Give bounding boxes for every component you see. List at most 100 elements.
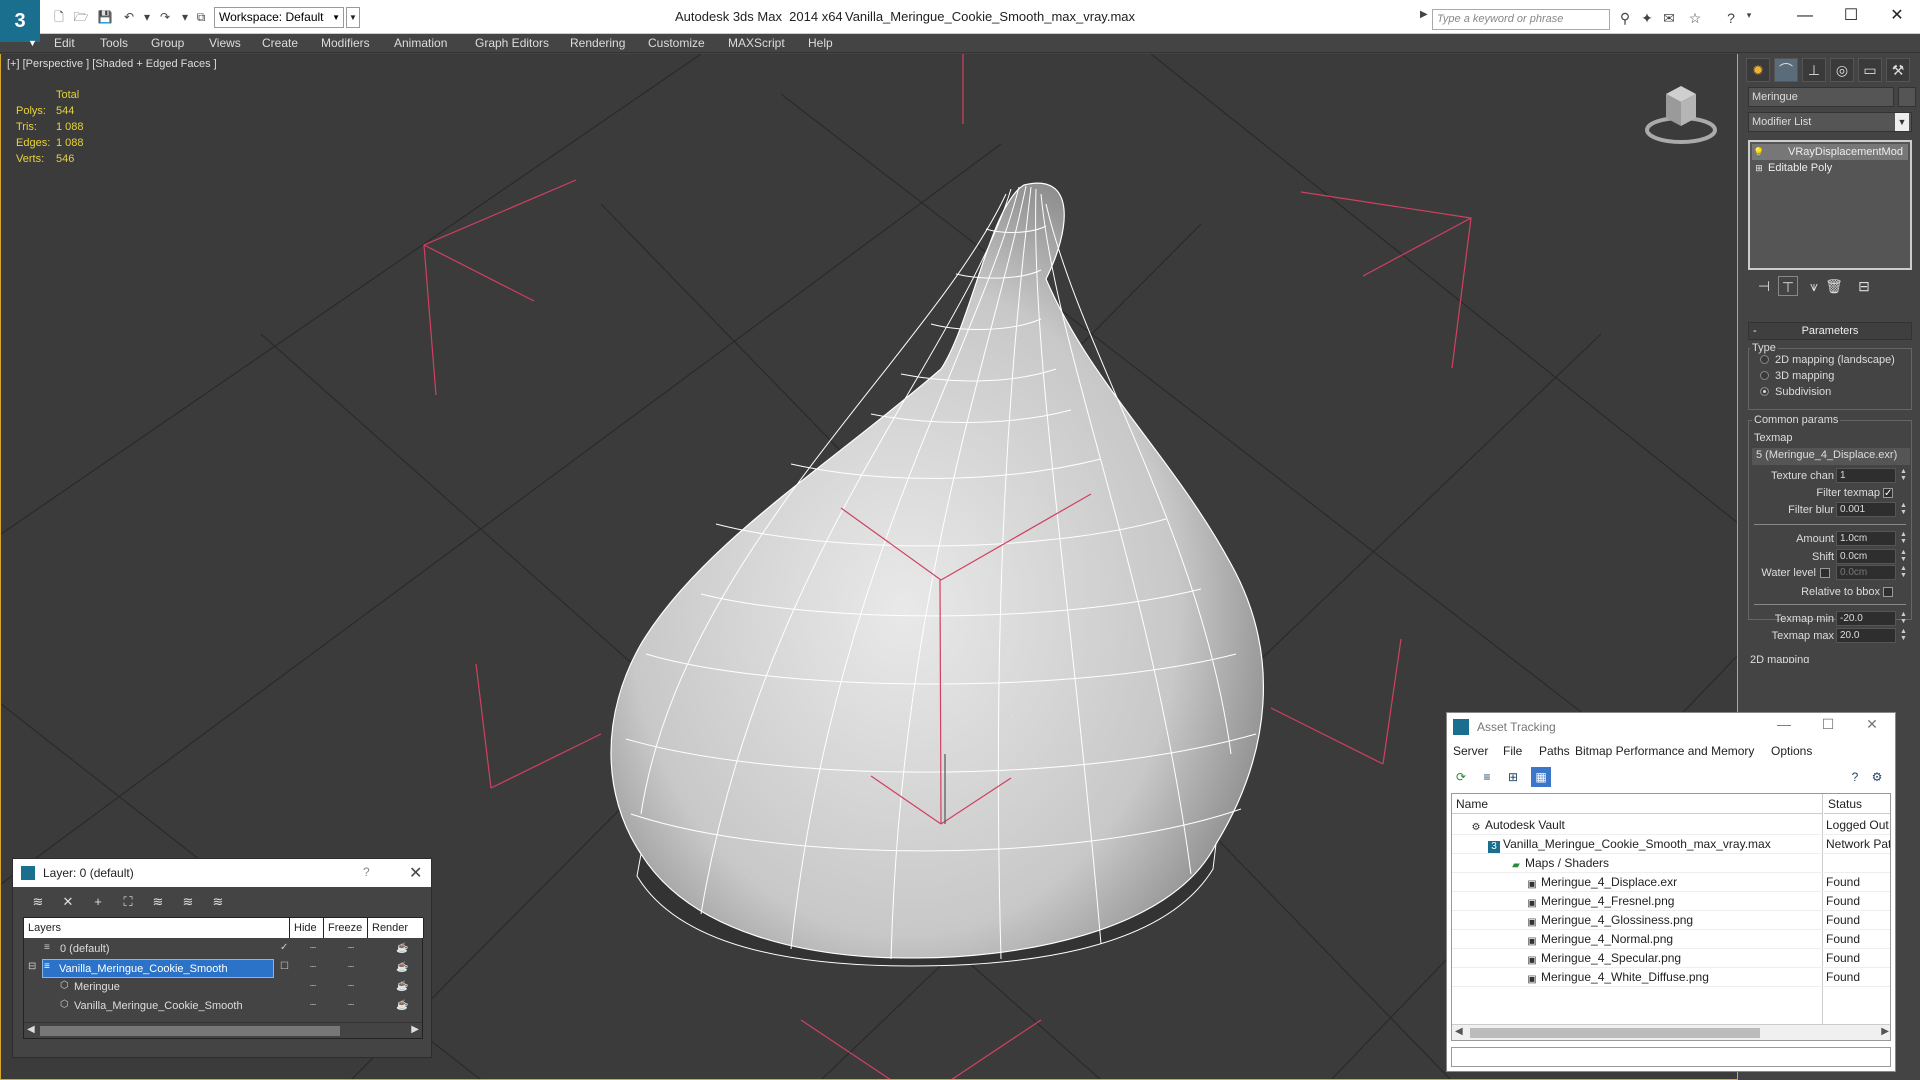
maximize-button[interactable]: ☐ — [1828, 4, 1874, 28]
relative-bbox-checkbox[interactable] — [1883, 587, 1893, 597]
binoculars-icon[interactable]: ⚲ — [1616, 10, 1634, 28]
hide-toggle[interactable]: ┈ — [310, 981, 316, 992]
add-to-layer-icon[interactable]: + — [87, 891, 109, 913]
detail-view-icon[interactable]: ⊞ — [1503, 767, 1523, 787]
menu-customize[interactable]: Customize — [648, 34, 705, 53]
scroll-left-icon[interactable]: ◀ — [1455, 1026, 1463, 1037]
water-level-field[interactable]: 0.0cm — [1836, 565, 1896, 580]
asset-row[interactable]: ▣ Meringue_4_Specular.png Found — [1452, 949, 1890, 968]
menu-animation[interactable]: Animation — [394, 34, 447, 53]
help-dropdown-icon[interactable]: ▾ — [1740, 10, 1758, 28]
hide-toggle[interactable]: ┈ — [310, 943, 316, 954]
freeze-toggle[interactable]: ┈ — [348, 981, 354, 992]
stack-item-vraydisplacementmod[interactable]: 💡 VRayDisplacementMod — [1752, 144, 1908, 160]
layer-horizontal-scrollbar[interactable]: ◀ ▶ — [24, 1022, 422, 1038]
display-tab-icon[interactable]: ▭ — [1858, 58, 1882, 82]
render-teapot-icon[interactable]: ☕ — [396, 943, 408, 954]
remove-modifier-icon[interactable]: 🗑 — [1824, 276, 1844, 296]
hide-toggle[interactable]: ┈ — [310, 1000, 316, 1011]
scroll-right-icon[interactable]: ▶ — [1881, 1026, 1889, 1037]
layer-dialog-titlebar[interactable]: Layer: 0 (default) ? ✕ — [13, 859, 431, 887]
filter-texmap-checkbox[interactable]: ✓ — [1883, 488, 1893, 499]
modifier-list-dropdown[interactable]: Modifier List ▼ — [1748, 112, 1912, 132]
layer-row-vanilla-object[interactable]: ⬡ Vanilla_Meringue_Cookie_Smooth ┈ ┈ ☕ — [24, 997, 422, 1016]
filter-blur-spinner-icon[interactable]: ▲ ▼ — [1899, 502, 1908, 516]
column-freeze[interactable]: Freeze — [324, 918, 368, 938]
object-name-field[interactable]: Meringue — [1748, 87, 1894, 107]
render-teapot-icon[interactable]: ☕ — [396, 962, 408, 973]
menu-maxscript[interactable]: MAXScript — [728, 34, 785, 53]
menu-modifiers[interactable]: Modifiers — [321, 34, 370, 53]
menu-views[interactable]: Views — [209, 34, 241, 53]
asset-tracking-titlebar[interactable]: Asset Tracking — ☐ ✕ — [1447, 713, 1895, 741]
radio-subdivision[interactable]: Subdivision — [1760, 386, 1831, 398]
highlight-selected-layer-icon[interactable]: ≋ — [147, 891, 169, 913]
column-layers[interactable]: Layers — [24, 918, 290, 938]
freeze-all-layers-icon[interactable]: ≋ — [207, 891, 229, 913]
current-layer-check-icon[interactable]: ✓ — [280, 942, 288, 953]
menu-help[interactable]: Help — [808, 34, 833, 53]
set-current-layer-icon[interactable]: ☐ — [280, 961, 289, 972]
viewcube-icon[interactable] — [1645, 86, 1717, 144]
filter-blur-field[interactable]: 0.001 — [1836, 502, 1896, 517]
search-input[interactable]: Type a keyword or phrase — [1432, 9, 1610, 30]
column-status[interactable]: Status — [1824, 794, 1890, 814]
communication-center-icon[interactable]: ✉ — [1660, 10, 1678, 28]
new-file-icon[interactable]: 🗋 — [50, 9, 68, 25]
quick-access-dropdown-icon[interactable]: ▼ — [346, 7, 360, 28]
asset-menu-bitmap-performance[interactable]: Bitmap Performance and Memory — [1575, 744, 1754, 758]
amount-spinner-icon[interactable]: ▲ ▼ — [1899, 531, 1908, 545]
delete-layer-icon[interactable]: ✕ — [57, 891, 79, 913]
texmap-min-field[interactable]: -20.0 — [1836, 611, 1896, 626]
hide-all-layers-icon[interactable]: ≋ — [177, 891, 199, 913]
asset-row[interactable]: 3 Vanilla_Meringue_Cookie_Smooth_max_vray… — [1452, 835, 1890, 854]
redo-icon[interactable]: ↷ — [156, 9, 174, 25]
column-render[interactable]: Render — [368, 918, 424, 938]
asset-menu-file[interactable]: File — [1503, 744, 1522, 758]
maximize-button[interactable]: ☐ — [1813, 716, 1843, 733]
help-icon[interactable]: ? — [1845, 767, 1865, 787]
texture-chan-spinner-icon[interactable]: ▲ ▼ — [1899, 468, 1908, 482]
asset-menu-paths[interactable]: Paths — [1539, 744, 1570, 758]
render-teapot-icon[interactable]: ☕ — [396, 981, 408, 992]
layer-row-vanilla-meringue[interactable]: ⊟ Vanilla_Meringue_Cookie_Smooth ≡ ☐ ┈ ┈… — [24, 959, 422, 978]
undo-dropdown-icon[interactable]: ▾ — [138, 9, 156, 25]
radio-3d-mapping[interactable]: 3D mapping — [1760, 370, 1834, 382]
menu-graph-editors[interactable]: Graph Editors — [475, 34, 549, 53]
asset-menu-options[interactable]: Options — [1771, 744, 1812, 758]
menu-create[interactable]: Create — [262, 34, 298, 53]
next-rollout-header[interactable]: 2D mapping — [1750, 654, 1830, 663]
favorites-star-icon[interactable]: ☆ — [1686, 10, 1704, 28]
close-icon[interactable]: ✕ — [409, 863, 422, 883]
shift-spinner-icon[interactable]: ▲ ▼ — [1899, 549, 1908, 563]
app-logo-icon[interactable]: 3 ▼ — [0, 0, 40, 48]
open-file-icon[interactable]: 🗁 — [72, 9, 90, 25]
minimize-button[interactable]: — — [1769, 716, 1799, 732]
minimize-button[interactable]: — — [1782, 4, 1828, 28]
subscription-icon[interactable]: ✦ — [1638, 10, 1656, 28]
menu-tools[interactable]: Tools — [100, 34, 128, 53]
hide-toggle[interactable]: ┈ — [310, 962, 316, 973]
refresh-icon[interactable]: ⟳ — [1451, 767, 1471, 787]
close-button[interactable]: ✕ — [1874, 4, 1920, 28]
parameters-rollout-header[interactable]: - Parameters — [1748, 322, 1912, 340]
stack-item-editable-poly[interactable]: ⊞ Editable Poly — [1752, 160, 1908, 176]
menu-rendering[interactable]: Rendering — [570, 34, 625, 53]
close-button[interactable]: ✕ — [1857, 716, 1887, 733]
asset-path-field[interactable] — [1451, 1047, 1891, 1067]
layer-row-meringue-object[interactable]: ⬡ Meringue ┈ ┈ ☕ — [24, 978, 422, 997]
column-name[interactable]: Name — [1452, 794, 1822, 814]
water-level-checkbox[interactable] — [1820, 568, 1830, 578]
texmap-button[interactable]: 5 (Meringue_4_Displace.exr) — [1752, 448, 1910, 465]
texmap-max-field[interactable]: 20.0 — [1836, 628, 1896, 643]
water-level-spinner-icon[interactable]: ▲ ▼ — [1899, 565, 1908, 579]
settings-icon[interactable]: ⚙ — [1867, 767, 1887, 787]
viewport-label[interactable]: [+] [Perspective ] [Shaded + Edged Faces… — [7, 58, 217, 70]
asset-row[interactable]: ▣ Meringue_4_Glossiness.png Found — [1452, 911, 1890, 930]
asset-row[interactable]: ▰ Maps / Shaders — [1452, 854, 1890, 873]
collapse-minus-icon[interactable]: ⊟ — [28, 961, 36, 972]
scrollbar-thumb[interactable] — [40, 1026, 340, 1036]
layer-row-default[interactable]: 0 (default) ≡ ✓ ┈ ┈ ☕ — [24, 940, 422, 959]
help-icon[interactable]: ? — [1722, 10, 1740, 28]
asset-row[interactable]: ▣ Meringue_4_White_Diffuse.png Found — [1452, 968, 1890, 987]
